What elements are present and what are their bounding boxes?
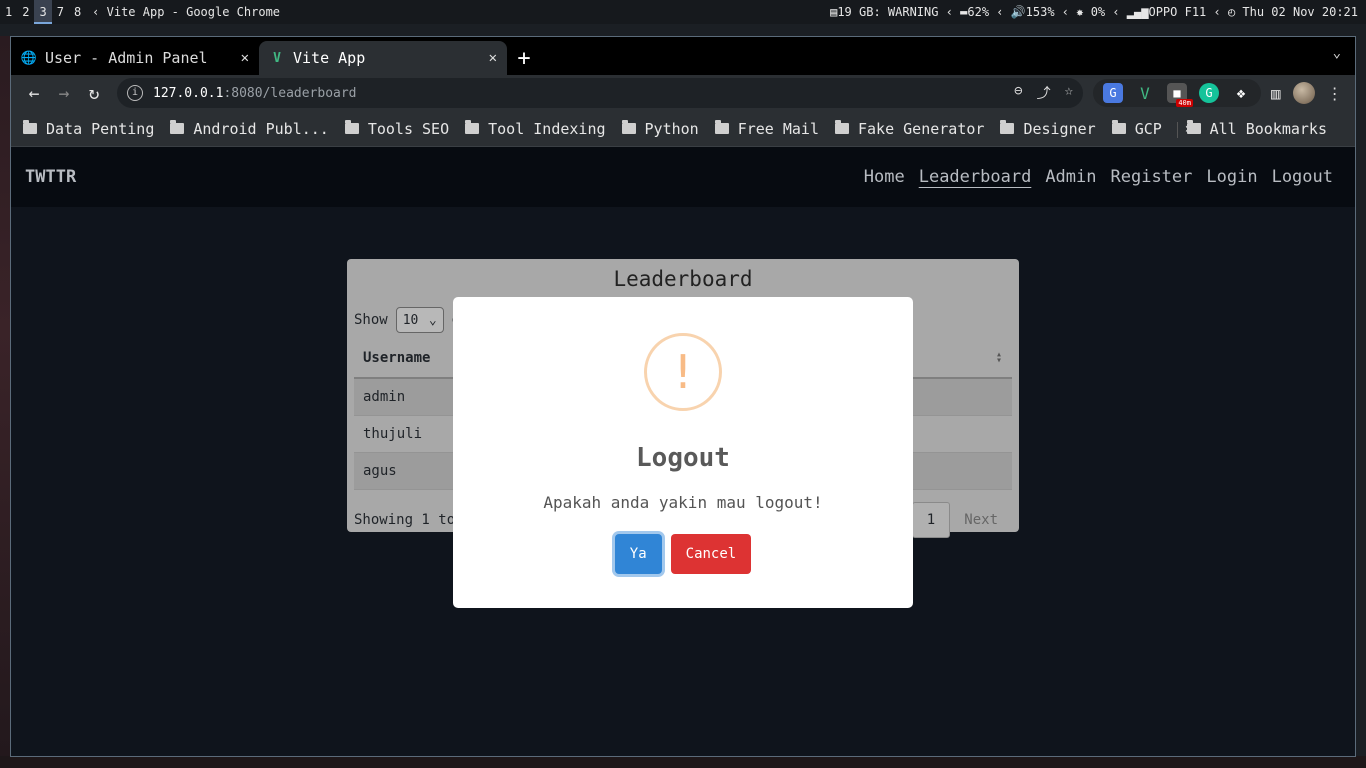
vue-logo-icon: V bbox=[273, 50, 281, 66]
bookmark-label: Android Publ... bbox=[193, 119, 329, 138]
bookmark-label: All Bookmarks bbox=[1209, 119, 1327, 138]
workspace-2[interactable]: 2 bbox=[17, 0, 34, 24]
workspace-1[interactable]: 1 bbox=[0, 0, 17, 24]
workspace-switcher: 1 2 3 7 8 bbox=[0, 0, 86, 24]
folder-icon bbox=[1111, 120, 1126, 134]
site-info-icon[interactable]: i bbox=[127, 85, 143, 101]
chevron-down-icon[interactable]: ⌄ bbox=[1333, 45, 1341, 61]
bookmark-label: Designer bbox=[1023, 119, 1096, 138]
workspace-8[interactable]: 8 bbox=[69, 0, 86, 24]
extensions-bar: G V ■ 40m G ❖ bbox=[1093, 79, 1261, 107]
folder-icon bbox=[23, 120, 37, 134]
workspace-7[interactable]: 7 bbox=[52, 0, 69, 24]
bookmark-designer[interactable]: Designer bbox=[1000, 119, 1096, 138]
tab-title: Vite App bbox=[293, 49, 366, 67]
bookmark-android-publ[interactable]: Android Publ... bbox=[170, 119, 329, 138]
system-status: ▤19 GB: WARNING ‹ ▬62% ‹ 🔊153% ‹ ✸ 0% ‹ … bbox=[830, 5, 1358, 19]
folder-icon bbox=[714, 120, 729, 134]
bookmark-label: GCP bbox=[1134, 119, 1162, 138]
menu-icon[interactable]: ⋮ bbox=[1327, 84, 1343, 103]
dialog-actions: Ya Cancel bbox=[453, 534, 913, 574]
timer-extension-icon[interactable]: ■ 40m bbox=[1167, 83, 1193, 107]
grammarly-icon[interactable]: G bbox=[1199, 83, 1219, 103]
window-title: ‹ Vite App - Google Chrome bbox=[92, 5, 281, 19]
bookmark-tools-seo[interactable]: Tools SEO bbox=[344, 119, 450, 138]
omnibox-actions: ⊖ ⤴ ☆ bbox=[1014, 83, 1073, 103]
bookmark-label: Tool Indexing bbox=[488, 119, 606, 138]
tab-strip: 🌐 User - Admin Panel ✕ V Vite App ✕ + ⌄ bbox=[11, 37, 1355, 75]
bookmark-label: Data Penting bbox=[46, 119, 155, 138]
browser-window: 🌐 User - Admin Panel ✕ V Vite App ✕ + ⌄ … bbox=[10, 36, 1356, 757]
workspace-3[interactable]: 3 bbox=[34, 0, 52, 24]
reload-button[interactable]: ↻ bbox=[79, 78, 109, 108]
tab-title: User - Admin Panel bbox=[45, 49, 208, 67]
folder-icon bbox=[1186, 120, 1201, 134]
bookmark-data-penting[interactable]: Data Penting bbox=[23, 120, 154, 138]
forward-button[interactable]: → bbox=[49, 78, 79, 108]
dialog-message: Apakah anda yakin mau logout! bbox=[543, 493, 823, 512]
tab-admin-panel[interactable]: 🌐 User - Admin Panel ✕ bbox=[11, 41, 259, 75]
extension-badge: 40m bbox=[1176, 99, 1193, 107]
address-bar[interactable]: i 127.0.0.1:8080/leaderboard ⊖ ⤴ ☆ bbox=[117, 78, 1083, 108]
bookmark-label: Fake Generator bbox=[858, 119, 985, 138]
google-translate-icon[interactable]: G bbox=[1103, 83, 1123, 103]
dialog-title: Logout bbox=[636, 443, 730, 473]
bookmark-label: Tools SEO bbox=[367, 119, 450, 138]
tab-vite-app[interactable]: V Vite App ✕ bbox=[259, 41, 507, 75]
globe-icon: 🌐 bbox=[20, 50, 38, 66]
extensions-puzzle-icon[interactable]: ❖ bbox=[1231, 83, 1251, 103]
logout-dialog: ! Logout Apakah anda yakin mau logout! Y… bbox=[453, 297, 913, 608]
folder-icon bbox=[344, 120, 359, 134]
folder-icon bbox=[465, 120, 480, 134]
folder-icon bbox=[835, 120, 849, 134]
close-icon[interactable]: ✕ bbox=[489, 50, 497, 66]
bookmarks-bar: Data Penting Android Publ... Tools SEO T… bbox=[11, 111, 1355, 147]
share-icon[interactable]: ⤴ bbox=[1037, 83, 1051, 103]
back-button[interactable]: ← bbox=[19, 78, 49, 108]
toolbar-right: ▥ ⋮ bbox=[1271, 82, 1343, 104]
bookmark-gcp[interactable]: GCP bbox=[1111, 119, 1162, 138]
page-viewport: TWTTR Home Leaderboard Admin Register Lo… bbox=[11, 147, 1355, 756]
bookmark-python[interactable]: Python bbox=[621, 119, 699, 138]
browser-toolbar: ← → ↻ i 127.0.0.1:8080/leaderboard ⊖ ⤴ ☆… bbox=[11, 75, 1355, 111]
desktop-wallpaper-left bbox=[0, 36, 10, 768]
bookmark-fake-generator[interactable]: Fake Generator bbox=[835, 120, 984, 138]
bookmark-tool-indexing[interactable]: Tool Indexing bbox=[465, 119, 606, 138]
folder-icon bbox=[170, 120, 185, 134]
bookmark-label: Python bbox=[644, 119, 699, 138]
bookmark-label: Free Mail bbox=[737, 119, 819, 138]
zoom-icon[interactable]: ⊖ bbox=[1014, 83, 1022, 103]
all-bookmarks-button[interactable]: All Bookmarks bbox=[1176, 119, 1327, 138]
bookmark-free-mail[interactable]: Free Mail bbox=[714, 119, 819, 138]
url-path: :8080/leaderboard bbox=[223, 85, 357, 101]
system-bar: 1 2 3 7 8 ‹ Vite App - Google Chrome ▤19… bbox=[0, 0, 1366, 24]
folder-icon bbox=[621, 120, 636, 134]
avatar[interactable] bbox=[1292, 82, 1315, 104]
confirm-button[interactable]: Ya bbox=[614, 534, 662, 574]
url-host: 127.0.0.1 bbox=[153, 85, 224, 101]
new-tab-button[interactable]: + bbox=[507, 41, 541, 75]
warning-icon: ! bbox=[644, 333, 722, 411]
close-icon[interactable]: ✕ bbox=[241, 50, 249, 66]
star-icon[interactable]: ☆ bbox=[1065, 83, 1073, 103]
cancel-button[interactable]: Cancel bbox=[670, 534, 752, 574]
side-panel-icon[interactable]: ▥ bbox=[1271, 84, 1281, 103]
vue-devtools-icon[interactable]: V bbox=[1135, 83, 1155, 103]
folder-icon bbox=[1000, 120, 1015, 134]
desktop-wallpaper-bottom bbox=[0, 756, 1366, 768]
